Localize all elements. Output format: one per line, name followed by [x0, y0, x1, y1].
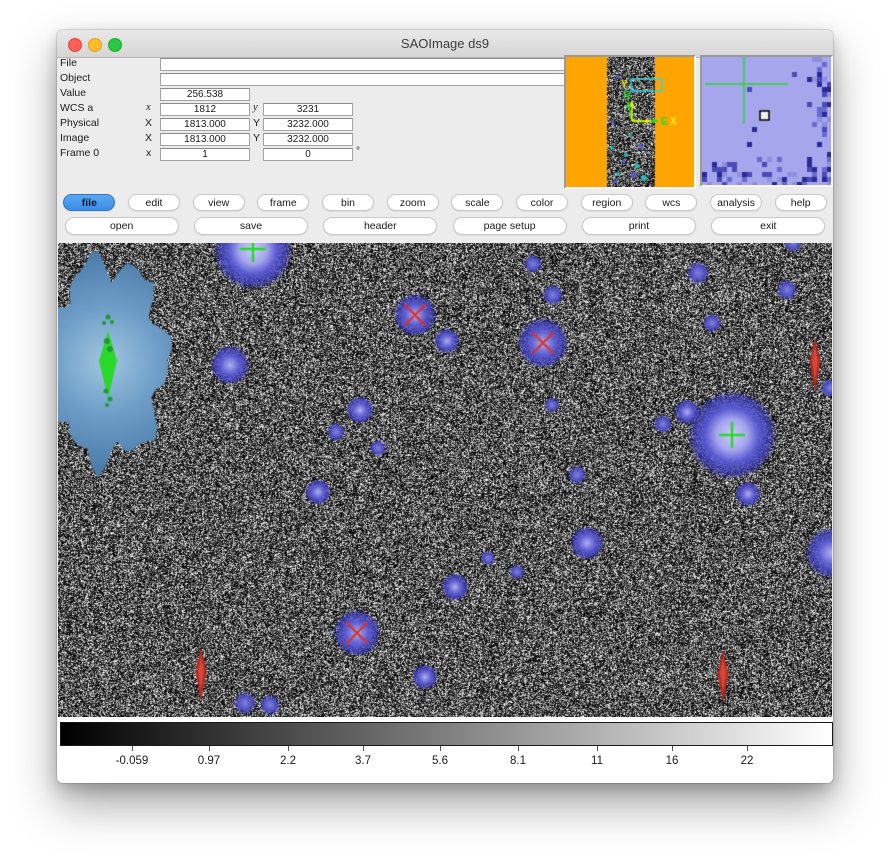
save-button[interactable]: save [194, 217, 308, 235]
header-button[interactable]: header [323, 217, 437, 235]
exit-button[interactable]: exit [711, 217, 825, 235]
desktop: SAOImage ds9 File Object Value WCS a x y… [0, 0, 889, 862]
magnifier-canvas [702, 57, 831, 185]
colorbar-tick-label: 5.6 [432, 755, 448, 767]
colorbar-tick-label: -0.059 [116, 755, 149, 767]
sky-image-canvas[interactable] [58, 243, 832, 717]
menu-bar: file edit view frame bin zoom scale colo… [57, 194, 833, 211]
image-x-field[interactable] [160, 133, 250, 146]
menu-wcs-button[interactable]: wcs [645, 194, 697, 211]
colorbar-tick-label: 22 [741, 755, 754, 767]
physical-x-field[interactable] [160, 118, 250, 131]
file-label: File [60, 57, 140, 69]
image-y-field[interactable] [263, 133, 353, 146]
menu-file-button[interactable]: file [63, 194, 115, 211]
window-title: SAOImage ds9 [57, 36, 833, 51]
menu-help-button[interactable]: help [775, 194, 827, 211]
menu-frame-button[interactable]: frame [257, 194, 309, 211]
wcs-x-field[interactable] [160, 103, 250, 116]
degree-symbol: ° [356, 146, 360, 157]
menu-region-button[interactable]: region [581, 194, 633, 211]
value-label: Value [60, 87, 140, 99]
magnifier [700, 55, 833, 187]
colorbar[interactable] [60, 722, 833, 746]
panner-canvas[interactable] [566, 57, 694, 187]
wcs-y-field[interactable] [263, 103, 353, 116]
image-x-axis-label: X [145, 132, 152, 144]
colorbar-tick [518, 746, 519, 751]
colorbar-tick-label: 8.1 [510, 755, 526, 767]
menu-view-button[interactable]: view [193, 194, 245, 211]
print-button[interactable]: print [582, 217, 696, 235]
menu-color-button[interactable]: color [516, 194, 568, 211]
value-field[interactable] [160, 88, 250, 101]
colorbar-tick-label: 0.97 [198, 755, 220, 767]
frame-label: Frame 0 [60, 147, 140, 159]
colorbar-tick [440, 746, 441, 751]
colorbar-section: -0.059 0.97 2.2 3.7 5.6 8.1 11 16 22 [57, 717, 833, 783]
titlebar[interactable]: SAOImage ds9 [57, 30, 833, 58]
frame-rotation-field[interactable] [263, 148, 353, 161]
menu-edit-button[interactable]: edit [128, 194, 180, 211]
colorbar-tick [747, 746, 748, 751]
colorbar-tick [597, 746, 598, 751]
colorbar-tick [672, 746, 673, 751]
file-field[interactable] [160, 58, 612, 71]
colorbar-tick-label: 16 [666, 755, 679, 767]
colorbar-tick-label: 11 [591, 755, 603, 767]
ds9-window: SAOImage ds9 File Object Value WCS a x y… [57, 30, 833, 783]
frame-x-axis-label: x [146, 147, 151, 159]
file-actions-bar: open save header page setup print exit [57, 217, 833, 235]
physical-y-axis-label: Y [253, 117, 260, 129]
frame-zoom-field[interactable] [160, 148, 250, 161]
menu-zoom-button[interactable]: zoom [387, 194, 439, 211]
physical-y-field[interactable] [263, 118, 353, 131]
colorbar-tick-label: 3.7 [355, 755, 371, 767]
image-label: Image [60, 132, 140, 144]
menu-scale-button[interactable]: scale [451, 194, 503, 211]
wcs-label: WCS a [60, 102, 140, 114]
object-label: Object [60, 72, 140, 84]
colorbar-tick-label: 2.2 [280, 755, 296, 767]
panner[interactable] [564, 55, 696, 189]
page-setup-button[interactable]: page setup [453, 217, 567, 235]
colorbar-tick [132, 746, 133, 751]
wcs-y-axis-label: y [253, 102, 258, 113]
physical-label: Physical [60, 117, 140, 129]
wcs-x-axis-label: x [146, 102, 151, 113]
colorbar-tick [288, 746, 289, 751]
menu-analysis-button[interactable]: analysis [710, 194, 762, 211]
colorbar-tick [363, 746, 364, 751]
object-field[interactable] [160, 73, 612, 86]
physical-x-axis-label: X [145, 117, 152, 129]
open-button[interactable]: open [65, 217, 179, 235]
image-y-axis-label: Y [253, 132, 260, 144]
colorbar-tick [209, 746, 210, 751]
menu-bin-button[interactable]: bin [322, 194, 374, 211]
